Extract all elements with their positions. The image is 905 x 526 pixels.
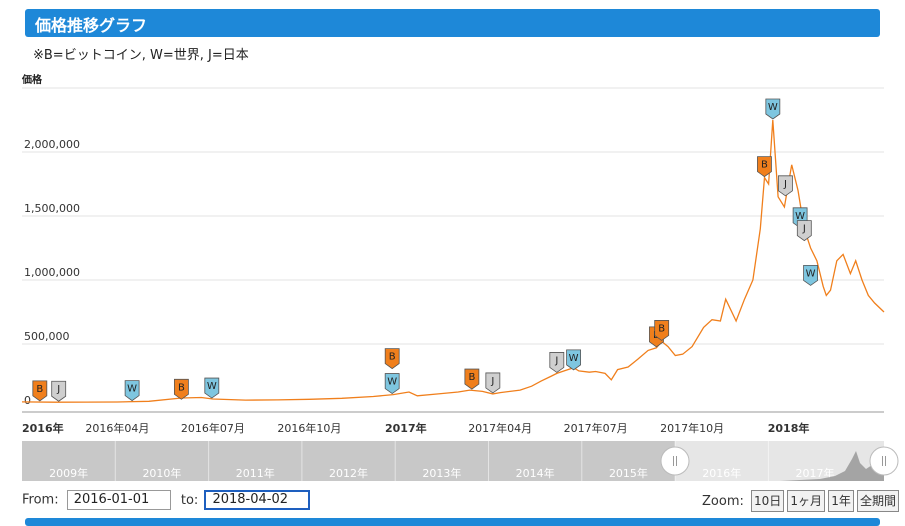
flag-label: B xyxy=(36,384,43,395)
navigator-left-handle[interactable] xyxy=(660,446,690,476)
price-chart: 0 500,000 1,000,000 1,500,000 2,000,000 2016年… xyxy=(21,87,885,435)
flag-J[interactable]: J xyxy=(51,380,67,402)
flag-label: B xyxy=(178,382,185,393)
flag-J[interactable]: J xyxy=(549,352,565,373)
x-tick-label: 2016年 xyxy=(22,421,64,435)
zoom-controls: Zoom: 10日 1ヶ月 1年 全期間 xyxy=(702,490,899,512)
y-tick-label: 0 xyxy=(24,394,31,407)
flag-label: J xyxy=(56,384,60,395)
flag-label: W xyxy=(806,268,816,279)
navigator-right-handle[interactable] xyxy=(869,446,899,476)
price-line xyxy=(21,119,885,403)
y-tick-label: 2,000,000 xyxy=(24,138,80,151)
flag-label: W xyxy=(127,384,137,395)
flag-B[interactable]: B xyxy=(464,368,480,390)
flag-label: W xyxy=(207,381,217,392)
navigator[interactable]: 2009年2010年2011年2012年2013年2014年2015年2016年… xyxy=(0,441,905,483)
navigator-year-label: 2013年 xyxy=(422,466,461,480)
zoom-10d-button[interactable]: 10日 xyxy=(751,490,785,512)
legend-note: ※B=ビットコイン, W=世界, J=日本 xyxy=(33,48,249,63)
x-tick-label: 2016年10月 xyxy=(277,421,341,435)
flag-label: B xyxy=(468,372,475,383)
zoom-all-button[interactable]: 全期間 xyxy=(856,490,899,512)
from-date-input[interactable]: 2016-01-01 xyxy=(66,490,171,510)
flag-W[interactable]: W xyxy=(803,265,818,286)
flag-label: W xyxy=(768,102,778,113)
flag-J[interactable]: J xyxy=(485,372,501,394)
flag-W[interactable]: W xyxy=(124,380,140,402)
flag-W[interactable]: W xyxy=(384,373,400,395)
flag-J[interactable]: J xyxy=(778,175,793,197)
x-tick-label: 2016年04月 xyxy=(85,421,149,435)
date-range: From: 2016-01-01 to: 2018-04-02 xyxy=(22,490,311,510)
flag-label: J xyxy=(783,179,787,190)
flag-B[interactable]: B xyxy=(173,378,189,400)
x-tick-label: 2017年 xyxy=(385,421,427,435)
to-date-input[interactable]: 2018-04-02 xyxy=(204,490,311,510)
flag-label: B xyxy=(658,323,665,334)
x-tick-label: 2018年 xyxy=(768,421,810,435)
zoom-label: Zoom: xyxy=(702,493,744,509)
flag-B[interactable]: B xyxy=(384,348,400,370)
flag-label: B xyxy=(761,160,768,171)
y-tick-label: 500,000 xyxy=(24,330,70,343)
flag-B[interactable]: B xyxy=(32,380,48,402)
flag-label: W xyxy=(387,377,397,388)
x-tick-label: 2017年10月 xyxy=(660,421,724,435)
navigator-year-label: 2009年 xyxy=(49,466,88,480)
navigator-year-label: 2015年 xyxy=(609,466,648,480)
zoom-1y-button[interactable]: 1年 xyxy=(828,490,854,512)
flag-label: J xyxy=(554,355,558,366)
zoom-1m-button[interactable]: 1ヶ月 xyxy=(787,490,826,512)
footer-bar xyxy=(25,518,880,526)
navigator-year-label: 2011年 xyxy=(236,466,275,480)
from-label: From: xyxy=(22,492,59,508)
to-label: to: xyxy=(180,492,199,508)
flag-W[interactable]: W xyxy=(566,349,581,371)
flag-W[interactable]: W xyxy=(204,377,220,399)
y-tick-label: 1,000,000 xyxy=(24,266,80,279)
x-tick-label: 2016年07月 xyxy=(181,421,245,435)
flag-label: W xyxy=(795,211,805,222)
flag-label: W xyxy=(569,353,579,364)
header-bar: 価格推移グラフ xyxy=(25,9,880,37)
x-tick-label: 2017年04月 xyxy=(468,421,532,435)
navigator-year-label: 2010年 xyxy=(142,466,181,480)
flag-label: J xyxy=(802,224,806,235)
navigator-year-label: 2012年 xyxy=(329,466,368,480)
flag-W[interactable]: W xyxy=(765,98,781,120)
flag-label: B xyxy=(389,352,396,363)
y-tick-label: 1,500,000 xyxy=(24,202,80,215)
navigator-year-label: 2014年 xyxy=(516,466,555,480)
page-title: 価格推移グラフ xyxy=(35,16,148,35)
x-tick-label: 2017年07月 xyxy=(564,421,628,435)
flag-label: J xyxy=(490,376,494,387)
flag-J[interactable]: J xyxy=(796,220,812,242)
